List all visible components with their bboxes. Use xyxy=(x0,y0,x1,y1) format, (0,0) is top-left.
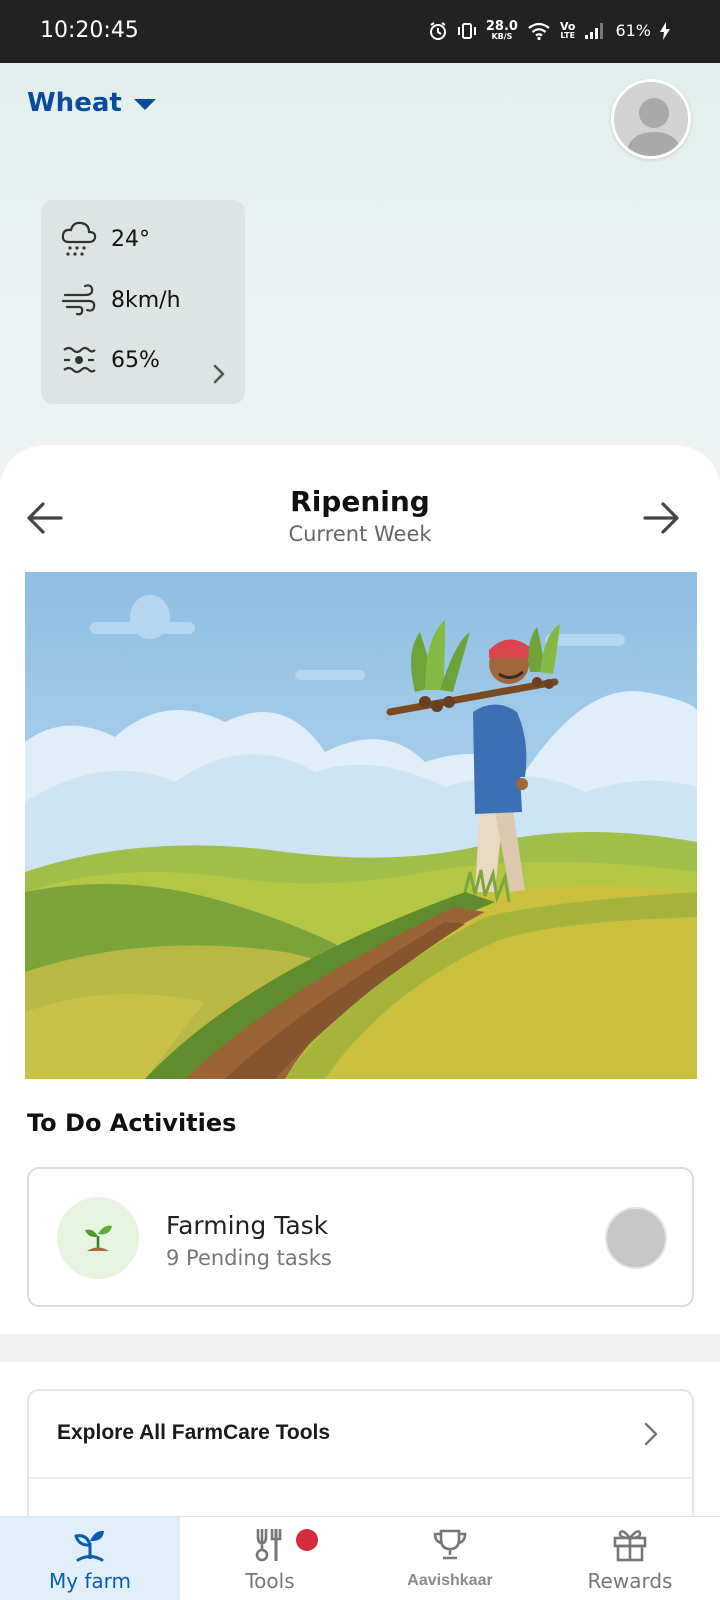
wind-icon xyxy=(61,284,96,316)
nav-label-rewards: Rewards xyxy=(587,1569,673,1593)
status-icons: 28.0 KB/S Vo LTE 61% xyxy=(428,20,670,41)
section-divider xyxy=(0,1334,720,1362)
temperature-value: 24° xyxy=(111,226,150,252)
stage-title: Ripening xyxy=(290,485,430,518)
crop-name: Wheat xyxy=(27,88,122,118)
stage-subtitle: Current Week xyxy=(288,522,432,546)
crop-selector[interactable]: Wheat xyxy=(27,88,156,118)
bottom-navigation: My farm Tools Aavishkaar Rewards xyxy=(0,1516,720,1600)
rain-cloud-icon xyxy=(61,221,97,256)
nav-rewards[interactable]: Rewards xyxy=(540,1517,720,1600)
nav-icon-container xyxy=(360,1525,540,1565)
avatar[interactable] xyxy=(611,79,691,159)
weather-humidity-row: 65% xyxy=(61,342,160,378)
weather-wind-row: 8km/h xyxy=(61,282,181,318)
chevron-right-icon xyxy=(213,364,225,384)
trophy-icon xyxy=(433,1529,467,1560)
explore-tools-label: Explore All FarmCare Tools xyxy=(57,1421,331,1444)
task-status-indicator xyxy=(605,1207,667,1269)
weather-temp-row: 24° xyxy=(61,220,150,258)
farming-task-card[interactable]: Farming Task 9 Pending tasks xyxy=(27,1167,694,1307)
weather-card[interactable]: 24° 8km/h 65% xyxy=(41,200,245,404)
wind-value: 8km/h xyxy=(111,287,181,313)
vibrate-icon xyxy=(457,22,476,39)
net-speed: 28.0 KB/S xyxy=(486,20,518,41)
humidity-value: 65% xyxy=(111,347,160,373)
nav-icon-container xyxy=(180,1525,360,1565)
gift-icon xyxy=(613,1530,647,1562)
next-week-arrow-icon[interactable] xyxy=(641,498,681,538)
task-subtitle: 9 Pending tasks xyxy=(166,1246,332,1270)
notification-badge xyxy=(296,1529,318,1551)
battery-level: 61% xyxy=(615,21,651,40)
nav-aavishkaar[interactable]: Aavishkaar xyxy=(360,1517,540,1600)
wifi-icon xyxy=(528,22,550,40)
signal-icon xyxy=(585,22,604,39)
todo-heading: To Do Activities xyxy=(27,1109,237,1137)
sprout-icon xyxy=(85,1225,112,1251)
crop-stage-illustration xyxy=(25,572,697,1079)
alarm-icon xyxy=(429,21,446,40)
farmer-field-image xyxy=(25,572,697,1079)
caret-down-icon xyxy=(133,98,156,110)
nav-icon-container xyxy=(0,1525,180,1565)
nav-tools[interactable]: Tools xyxy=(180,1517,360,1600)
net-speed-unit: KB/S xyxy=(491,32,513,41)
tools-icon xyxy=(255,1529,282,1562)
nav-label-my-farm: My farm xyxy=(48,1569,132,1593)
status-bar: 10:20:45 28.0 KB/S Vo LTE 61% xyxy=(0,0,720,63)
nav-icon-container xyxy=(540,1525,720,1565)
nav-label-aavishkaar: Aavishkaar xyxy=(407,1572,493,1589)
chevron-right-icon xyxy=(644,1422,658,1446)
volte-bottom: LTE xyxy=(560,31,576,40)
nav-my-farm[interactable]: My farm xyxy=(0,1517,180,1600)
task-icon-container xyxy=(57,1197,139,1279)
task-title: Farming Task xyxy=(166,1211,329,1240)
sprout-icon xyxy=(74,1530,104,1562)
volte-indicator: Vo LTE xyxy=(560,21,575,40)
status-time: 10:20:45 xyxy=(40,18,139,43)
tools-card: Explore All FarmCare Tools xyxy=(27,1389,694,1529)
explore-tools-row[interactable]: Explore All FarmCare Tools xyxy=(29,1391,692,1479)
charging-icon xyxy=(660,21,670,40)
humidity-icon xyxy=(63,346,96,374)
nav-label-tools: Tools xyxy=(245,1569,295,1593)
